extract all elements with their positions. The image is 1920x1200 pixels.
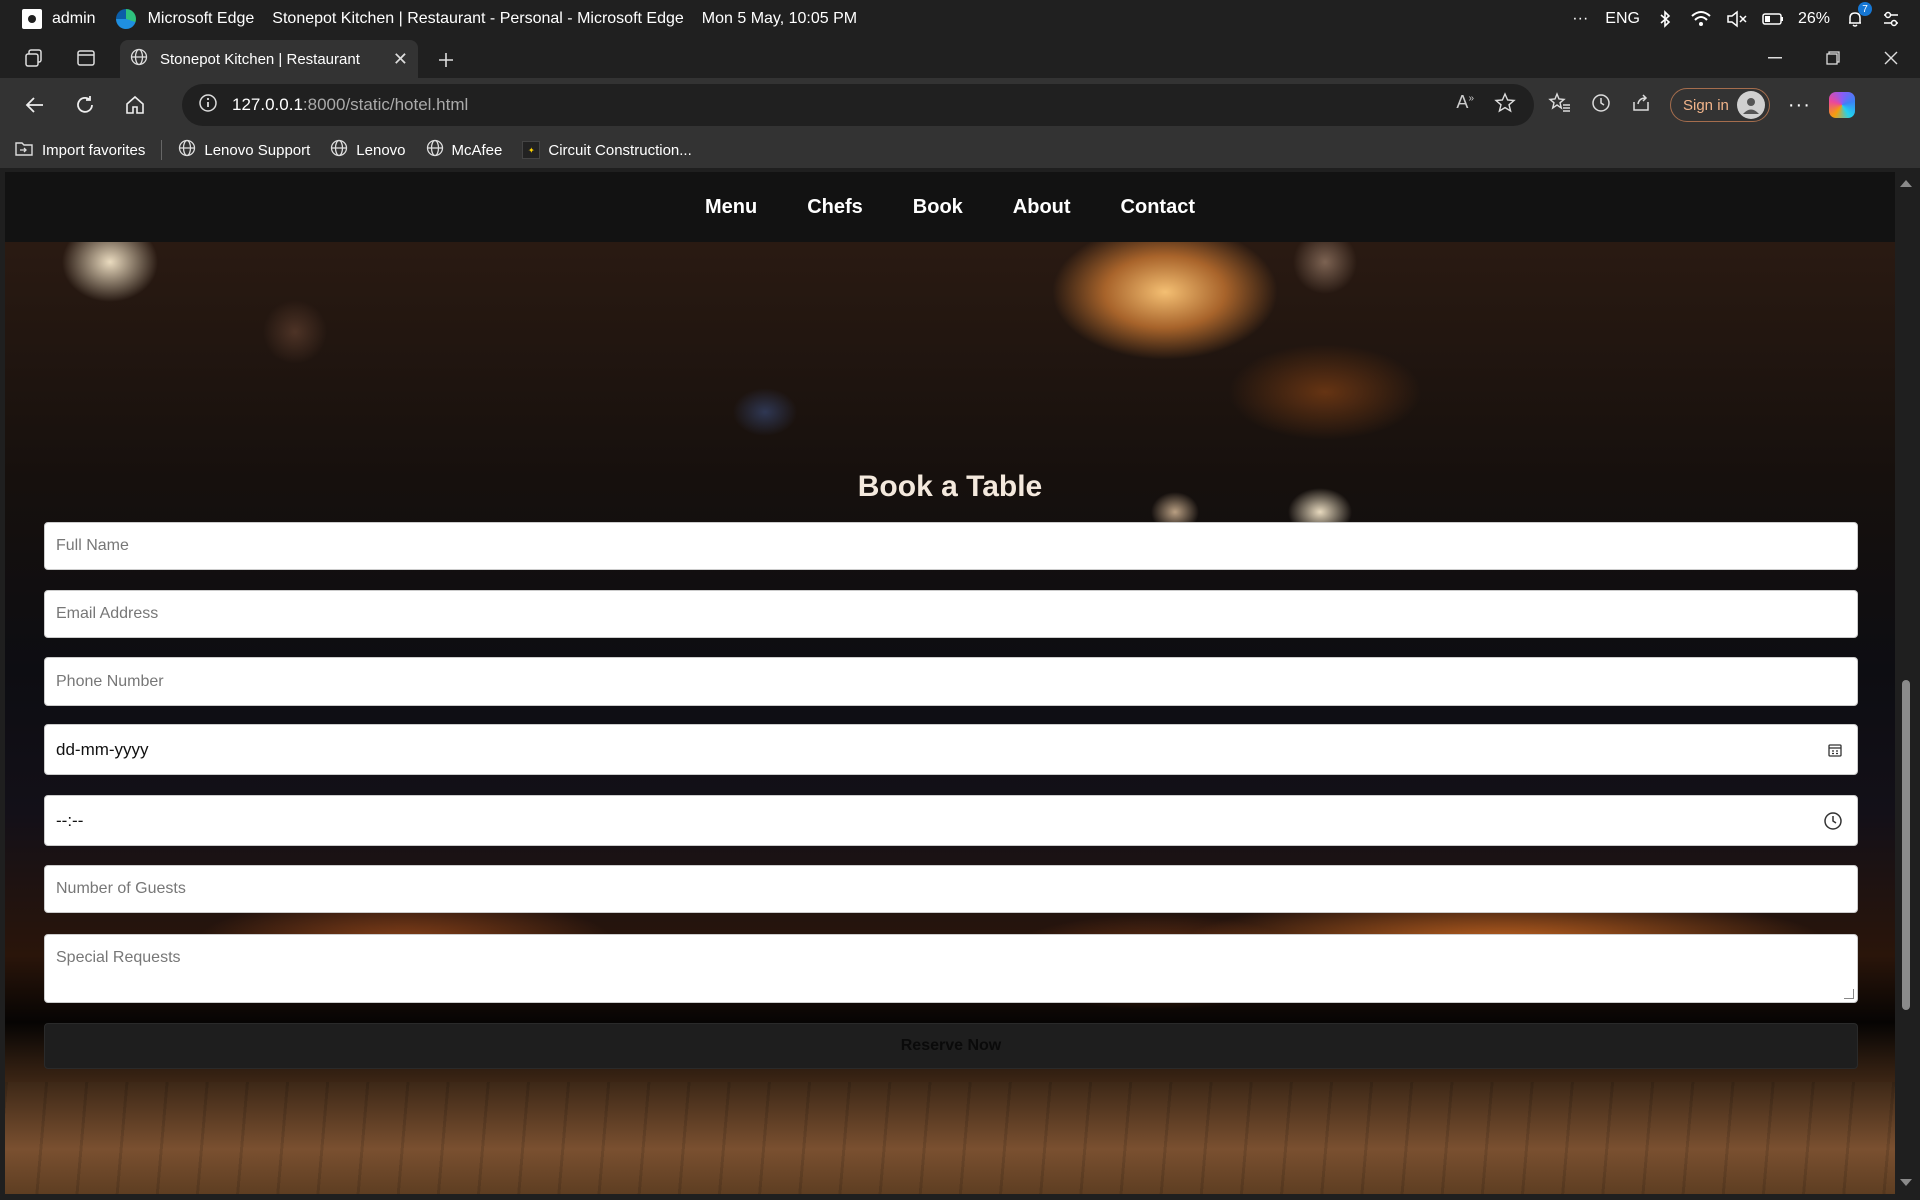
os-app-name: Microsoft Edge [147,10,255,27]
date-input[interactable]: dd-mm-yyyy [44,724,1858,775]
resize-handle[interactable] [1844,989,1854,999]
phet-icon: ✦ [522,141,541,159]
fav-lenovo[interactable]: Lenovo [330,139,406,161]
notification-count-badge: 7 [1858,2,1872,16]
os-datetime: Mon 5 May, 10:05 PM [701,10,858,27]
new-tab-button[interactable] [432,46,460,74]
user-icon [22,9,42,29]
clock-icon[interactable] [1823,811,1843,831]
tab-strip: Stonepot Kitchen | Restaurant ✕ [0,38,1920,78]
close-window-button[interactable] [1862,38,1920,78]
calendar-icon[interactable] [1827,742,1843,758]
history-icon[interactable] [1590,92,1612,119]
fav-label: Import favorites [42,141,146,159]
minimize-button[interactable] [1746,38,1804,78]
copilot-icon[interactable] [1828,92,1855,118]
volume-muted-icon[interactable] [1726,8,1748,30]
favorites-bar: Import favorites Lenovo Support Lenovo M… [0,132,1920,168]
fav-label: Circuit Construction... [548,141,692,159]
favorite-star-icon[interactable] [1494,91,1516,119]
share-icon[interactable] [1630,92,1652,119]
read-aloud-icon[interactable]: A» [1456,92,1474,119]
back-button[interactable] [10,85,60,125]
favorites-icon[interactable] [1548,91,1572,119]
more-icon[interactable]: ··· [1569,8,1591,30]
scroll-thumb[interactable] [1902,680,1910,1010]
os-username: admin [52,10,96,27]
url-path: :8000/static/hotel.html [302,95,469,114]
scroll-up-arrow-icon[interactable] [1900,180,1912,187]
language-indicator[interactable]: ENG [1605,10,1640,28]
full-name-input[interactable]: Full Name [44,522,1858,570]
globe-icon [330,139,348,161]
battery-percentage: 26% [1797,10,1830,27]
notifications-bell-icon[interactable]: 7 [1844,2,1872,30]
tab-active[interactable]: Stonepot Kitchen | Restaurant ✕ [120,40,418,78]
special-requests-textarea[interactable]: Special Requests [44,934,1858,1003]
os-taskbar: admin Microsoft Edge Stonepot Kitchen | … [0,0,1920,38]
guests-input[interactable]: Number of Guests [44,865,1858,913]
nav-link-book[interactable]: Book [913,196,963,219]
avatar [1736,91,1765,119]
globe-icon [178,139,196,161]
scroll-down-arrow-icon[interactable] [1900,1179,1912,1186]
vertical-tabs-button[interactable] [60,38,112,78]
restore-button[interactable] [1804,38,1862,78]
site-info-icon[interactable] [198,93,218,118]
fav-mcafee[interactable]: McAfee [426,139,503,161]
email-input[interactable]: Email Address [44,590,1858,638]
bluetooth-icon[interactable] [1654,8,1676,30]
close-tab-icon[interactable]: ✕ [393,49,408,70]
fav-label: Lenovo [356,141,406,159]
import-icon [14,139,34,161]
globe-icon [130,48,148,70]
booking-section: Book a Table Full Name Email Address Pho… [5,242,1895,1194]
nav-link-chefs[interactable]: Chefs [807,196,863,219]
nav-link-menu[interactable]: Menu [705,196,757,219]
booking-title: Book a Table [857,470,1043,503]
wifi-icon[interactable] [1690,8,1712,30]
date-value: dd-mm-yyyy [56,739,149,759]
address-bar[interactable]: 127.0.0.1:8000/static/hotel.html A» [182,84,1534,126]
edge-logo-icon [115,9,136,29]
fav-lenovo-support[interactable]: Lenovo Support [178,139,310,161]
nav-link-about[interactable]: About [1013,196,1071,219]
phone-input[interactable]: Phone Number [44,657,1858,706]
navigation-toolbar: 127.0.0.1:8000/static/hotel.html A» Sign… [0,78,1920,132]
sign-in-label: Sign in [1683,96,1729,114]
home-button[interactable] [110,85,160,125]
os-window-title: Stonepot Kitchen | Restaurant - Personal… [272,10,684,27]
fav-import-favorites[interactable]: Import favorites [14,139,145,161]
globe-icon [426,139,444,161]
special-requests-placeholder: Special Requests [56,949,181,966]
workspaces-button[interactable] [8,38,60,78]
sign-in-button[interactable]: Sign in [1670,88,1770,122]
settings-more-icon[interactable]: ··· [1788,94,1811,117]
page-scrollbar[interactable] [1896,172,1916,1194]
fav-label: McAfee [451,141,503,159]
quick-settings-icon[interactable] [1880,8,1902,30]
site-navigation: Menu Chefs Book About Contact [5,172,1895,242]
nav-link-contact[interactable]: Contact [1121,196,1195,219]
reserve-now-button[interactable]: Reserve Now [44,1023,1858,1069]
time-value: --:-- [56,810,84,830]
tab-title: Stonepot Kitchen | Restaurant [160,50,360,68]
page-viewport: Menu Chefs Book About Contact Book a Tab… [5,172,1895,1194]
fav-label: Lenovo Support [204,141,311,159]
url-host: 127.0.0.1 [232,95,303,114]
battery-saver-icon[interactable] [1762,8,1784,30]
fav-circuit-construction[interactable]: ✦ Circuit Construction... [522,141,692,159]
refresh-button[interactable] [60,85,110,125]
divider [161,140,163,160]
time-input[interactable]: --:-- [44,795,1858,846]
